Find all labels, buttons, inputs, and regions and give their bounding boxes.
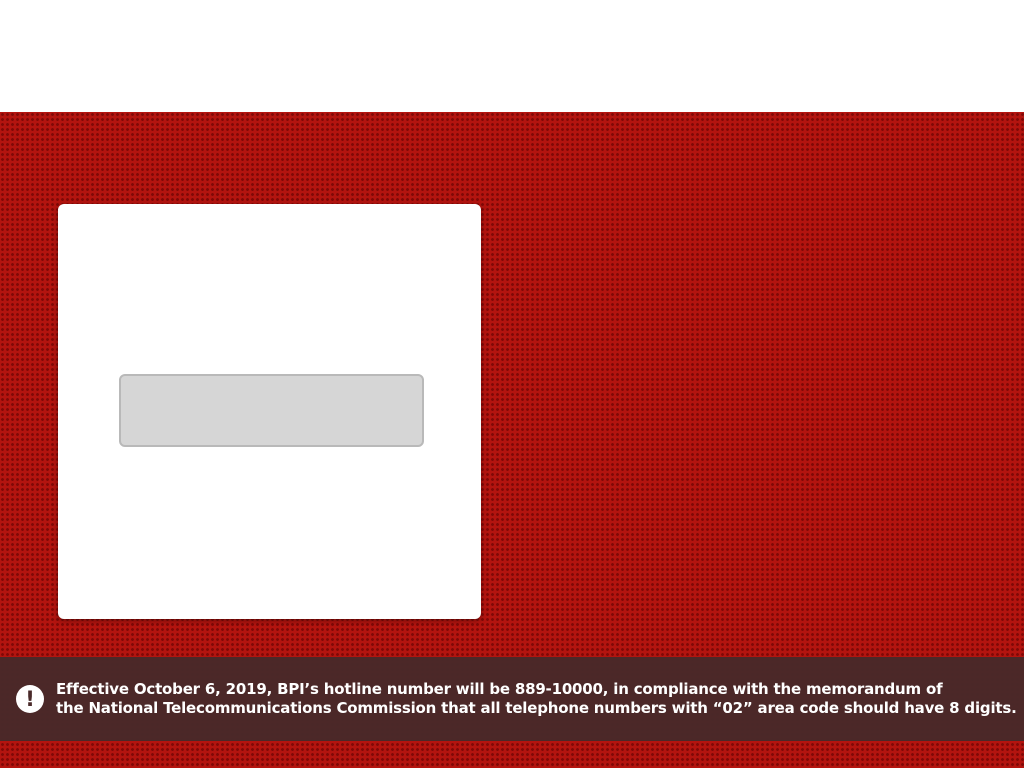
page: ! Effective October 6, 2019, BPI’s hotli…: [0, 0, 1024, 768]
hero-background: ! Effective October 6, 2019, BPI’s hotli…: [0, 112, 1024, 768]
hotline-notice-bar: ! Effective October 6, 2019, BPI’s hotli…: [0, 657, 1024, 741]
hotline-notice-line-1: Effective October 6, 2019, BPI’s hotline…: [56, 680, 943, 698]
login-button[interactable]: [119, 374, 424, 447]
exclamation-circle-icon: !: [16, 685, 44, 713]
login-card: [58, 204, 481, 619]
hotline-notice-line-2: the National Telecommunications Commissi…: [56, 699, 1017, 717]
hotline-notice-text: Effective October 6, 2019, BPI’s hotline…: [56, 680, 1018, 718]
top-header: [0, 0, 1024, 112]
